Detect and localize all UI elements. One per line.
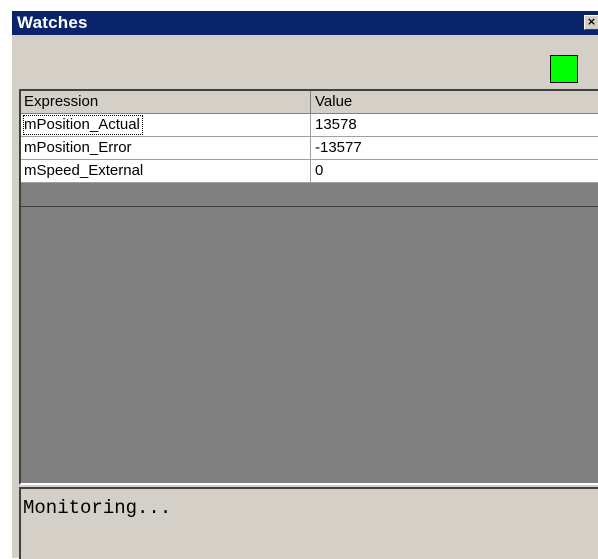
expression-cell[interactable]: mSpeed_External [21,160,311,182]
watches-window: Watches × Expression Value mPosition_Act… [11,10,598,559]
title-bar[interactable]: Watches × [12,11,598,35]
expression-cell[interactable]: mPosition_Error [21,137,311,159]
focused-expression[interactable]: mPosition_Actual [23,115,143,135]
expression-cell[interactable]: mPosition_Actual [21,114,311,136]
status-text: Monitoring... [23,497,172,519]
close-button[interactable]: × [584,15,598,30]
value-cell[interactable]: -13577 [311,137,598,159]
watch-table[interactable]: Expression Value mPosition_Actual 13578 … [19,89,598,485]
value-cell[interactable]: 13578 [311,114,598,136]
table-bottom-border [21,206,598,207]
table-header-row: Expression Value [21,91,598,114]
status-panel: Monitoring... [19,487,598,559]
column-header-expression[interactable]: Expression [21,91,311,113]
window-title: Watches [17,13,88,32]
table-row[interactable]: mSpeed_External 0 [21,160,598,183]
table-row[interactable]: mPosition_Error -13577 [21,137,598,160]
value-cell[interactable]: 0 [311,160,598,182]
status-indicator [550,55,578,83]
table-row[interactable]: mPosition_Actual 13578 [21,114,598,137]
column-header-value[interactable]: Value [311,91,598,113]
